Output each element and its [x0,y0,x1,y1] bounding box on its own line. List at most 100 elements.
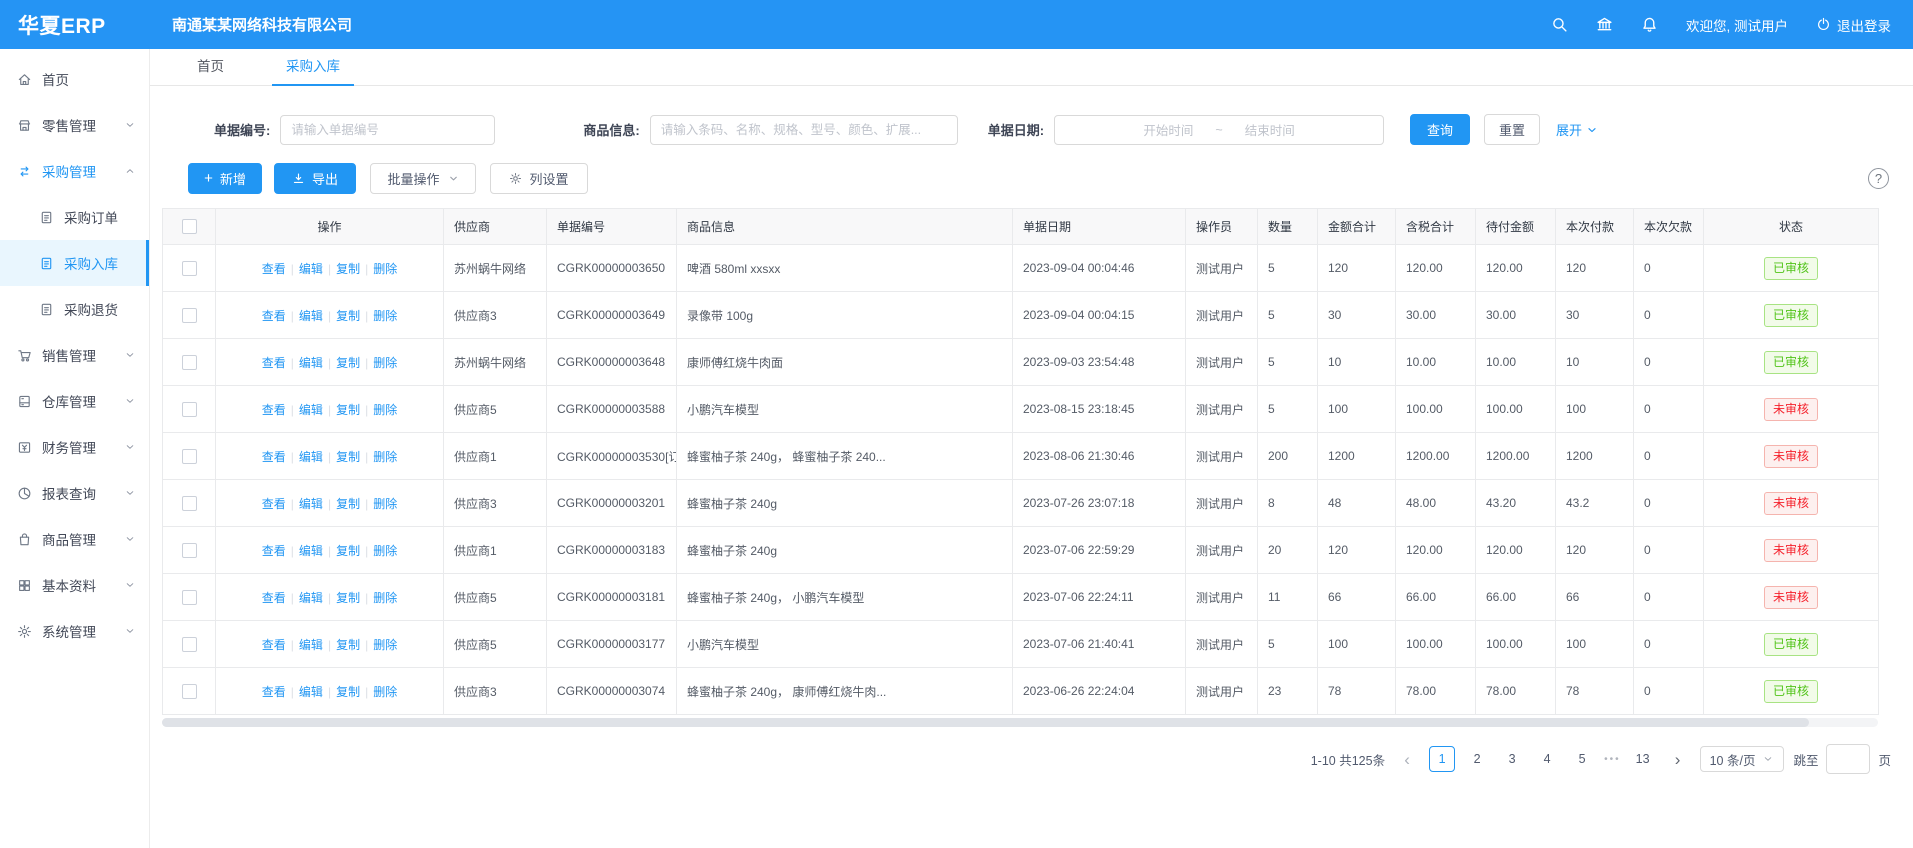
sidebar-item-home[interactable]: 首页 [0,56,149,102]
sidebar-item-sales[interactable]: 销售管理 [0,332,149,378]
row-action-copy[interactable]: 复制 [336,262,360,276]
row-action-delete[interactable]: 删除 [373,356,397,370]
row-action-copy[interactable]: 复制 [336,497,360,511]
row-action-edit[interactable]: 编辑 [299,497,323,511]
sidebar-item-purchase-return[interactable]: 采购退货 [0,286,149,332]
jump-page-input[interactable] [1826,744,1870,774]
row-action-view[interactable]: 查看 [262,403,286,417]
select-all-checkbox[interactable] [182,219,197,234]
row-checkbox[interactable] [182,496,197,511]
sidebar-item-purchase-in[interactable]: 采购入库 [0,240,149,286]
pagination-ellipsis[interactable]: ••• [1604,754,1621,765]
row-checkbox[interactable] [182,637,197,652]
date-range-input[interactable]: 开始时间 ~ 结束时间 [1054,115,1384,145]
row-action-delete[interactable]: 删除 [373,309,397,323]
search-button[interactable]: 查询 [1410,114,1470,145]
platform-icon[interactable] [1596,16,1613,33]
sidebar-item-purchase-order[interactable]: 采购订单 [0,194,149,240]
prev-page-button[interactable]: ‹ [1394,746,1420,772]
row-action-delete[interactable]: 删除 [373,262,397,276]
sidebar-item-finance[interactable]: 财务管理 [0,424,149,470]
row-action-copy[interactable]: 复制 [336,356,360,370]
row-action-copy[interactable]: 复制 [336,685,360,699]
sidebar-item-basic[interactable]: 基本资料 [0,562,149,608]
row-action-view[interactable]: 查看 [262,591,286,605]
row-action-edit[interactable]: 编辑 [299,450,323,464]
row-action-edit[interactable]: 编辑 [299,638,323,652]
row-action-view[interactable]: 查看 [262,638,286,652]
export-button[interactable]: 导出 [274,163,356,194]
cell-due: 10.00 [1476,339,1556,386]
cell-due: 100.00 [1476,386,1556,433]
row-action-delete[interactable]: 删除 [373,544,397,558]
row-checkbox[interactable] [182,308,197,323]
row-action-copy[interactable]: 复制 [336,591,360,605]
row-action-view[interactable]: 查看 [262,544,286,558]
page-button-5[interactable]: 5 [1569,746,1595,772]
row-action-edit[interactable]: 编辑 [299,356,323,370]
row-action-edit[interactable]: 编辑 [299,591,323,605]
tab-purchase-in[interactable]: 采购入库 [272,55,354,85]
page-button-2[interactable]: 2 [1464,746,1490,772]
row-action-view[interactable]: 查看 [262,262,286,276]
row-action-edit[interactable]: 编辑 [299,685,323,699]
row-action-view[interactable]: 查看 [262,309,286,323]
page-button-13[interactable]: 13 [1630,746,1656,772]
row-action-view[interactable]: 查看 [262,450,286,464]
bill-no-input[interactable] [280,115,495,145]
sidebar-item-retail[interactable]: 零售管理 [0,102,149,148]
row-action-edit[interactable]: 编辑 [299,309,323,323]
row-checkbox[interactable] [182,590,197,605]
row-action-copy[interactable]: 复制 [336,403,360,417]
row-action-view[interactable]: 查看 [262,685,286,699]
row-action-copy[interactable]: 复制 [336,638,360,652]
next-page-button[interactable]: › [1665,746,1691,772]
row-action-delete[interactable]: 删除 [373,450,397,464]
tab-home[interactable]: 首页 [183,55,238,85]
row-action-delete[interactable]: 删除 [373,638,397,652]
expand-link[interactable]: 展开 [1556,120,1598,139]
row-action-copy[interactable]: 复制 [336,544,360,558]
cell-product: 蜂蜜柚子茶 240g， 小鹏汽车模型 [677,574,1013,621]
help-icon[interactable]: ? [1868,168,1889,189]
row-action-edit[interactable]: 编辑 [299,544,323,558]
row-action-view[interactable]: 查看 [262,356,286,370]
logout-button[interactable]: 退出登录 [1816,15,1891,35]
row-checkbox[interactable] [182,684,197,699]
row-action-view[interactable]: 查看 [262,497,286,511]
row-action-edit[interactable]: 编辑 [299,403,323,417]
cell-debt: 0 [1634,668,1704,715]
add-button[interactable]: + 新增 [188,163,262,194]
horizontal-scrollbar[interactable] [162,718,1878,727]
sidebar-item-report[interactable]: 报表查询 [0,470,149,516]
product-info-input[interactable] [650,115,958,145]
row-action-copy[interactable]: 复制 [336,450,360,464]
column-settings-button[interactable]: 列设置 [490,163,588,194]
row-action-copy[interactable]: 复制 [336,309,360,323]
page-button-4[interactable]: 4 [1534,746,1560,772]
row-checkbox[interactable] [182,261,197,276]
page-button-3[interactable]: 3 [1499,746,1525,772]
row-action-delete[interactable]: 删除 [373,591,397,605]
page-button-1[interactable]: 1 [1429,746,1455,772]
row-checkbox[interactable] [182,449,197,464]
sidebar-item-system[interactable]: 系统管理 [0,608,149,654]
page-size-select[interactable]: 10 条/页 [1700,746,1785,772]
scrollbar-thumb[interactable] [162,718,1809,727]
row-action-delete[interactable]: 删除 [373,497,397,511]
search-icon[interactable] [1551,16,1568,33]
sidebar-item-goods[interactable]: 商品管理 [0,516,149,562]
row-checkbox[interactable] [182,543,197,558]
app-logo[interactable]: 华夏ERP [0,10,150,40]
sidebar-item-warehouse[interactable]: 仓库管理 [0,378,149,424]
row-action-delete[interactable]: 删除 [373,685,397,699]
reset-button[interactable]: 重置 [1484,114,1540,145]
row-checkbox[interactable] [182,402,197,417]
batch-actions-button[interactable]: 批量操作 [370,163,476,194]
row-action-edit[interactable]: 编辑 [299,262,323,276]
row-checkbox[interactable] [182,355,197,370]
row-action-delete[interactable]: 删除 [373,403,397,417]
main-area: 首页采购入库 单据编号: 商品信息: 单据日期: 开始时间 ~ 结束时间 查询 … [150,49,1913,848]
bell-icon[interactable] [1641,16,1658,33]
sidebar-item-purchase[interactable]: 采购管理 [0,148,149,194]
